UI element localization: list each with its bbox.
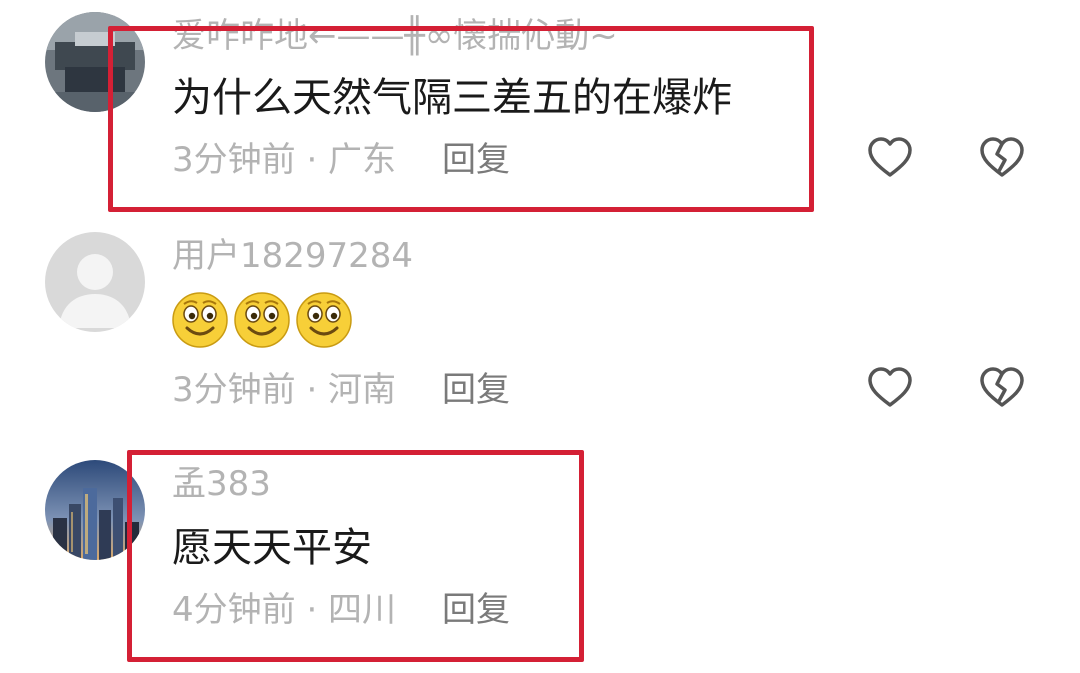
comment-emoji-content xyxy=(170,290,356,350)
broken-heart-icon[interactable] xyxy=(978,364,1026,412)
highlight-box xyxy=(127,450,584,662)
broken-heart-icon[interactable] xyxy=(978,134,1026,182)
comment-time-location: 3分钟前 · 河南 xyxy=(172,370,397,410)
reply-button[interactable]: 回复 xyxy=(442,370,510,410)
avatar[interactable] xyxy=(45,232,145,332)
comment-list: 爱咋咋地←——╫∞懐揣伈動~ 为什么天然气隔三差五的在爆炸 3分钟前 · 广东 … xyxy=(0,0,1080,673)
smiling-face-icon xyxy=(170,290,230,350)
like-icon[interactable] xyxy=(866,134,914,182)
smiling-face-icon xyxy=(294,290,354,350)
smiling-face-icon xyxy=(232,290,292,350)
highlight-box xyxy=(108,26,814,212)
like-icon[interactable] xyxy=(866,364,914,412)
comment-username[interactable]: 用户18297284 xyxy=(172,236,413,276)
